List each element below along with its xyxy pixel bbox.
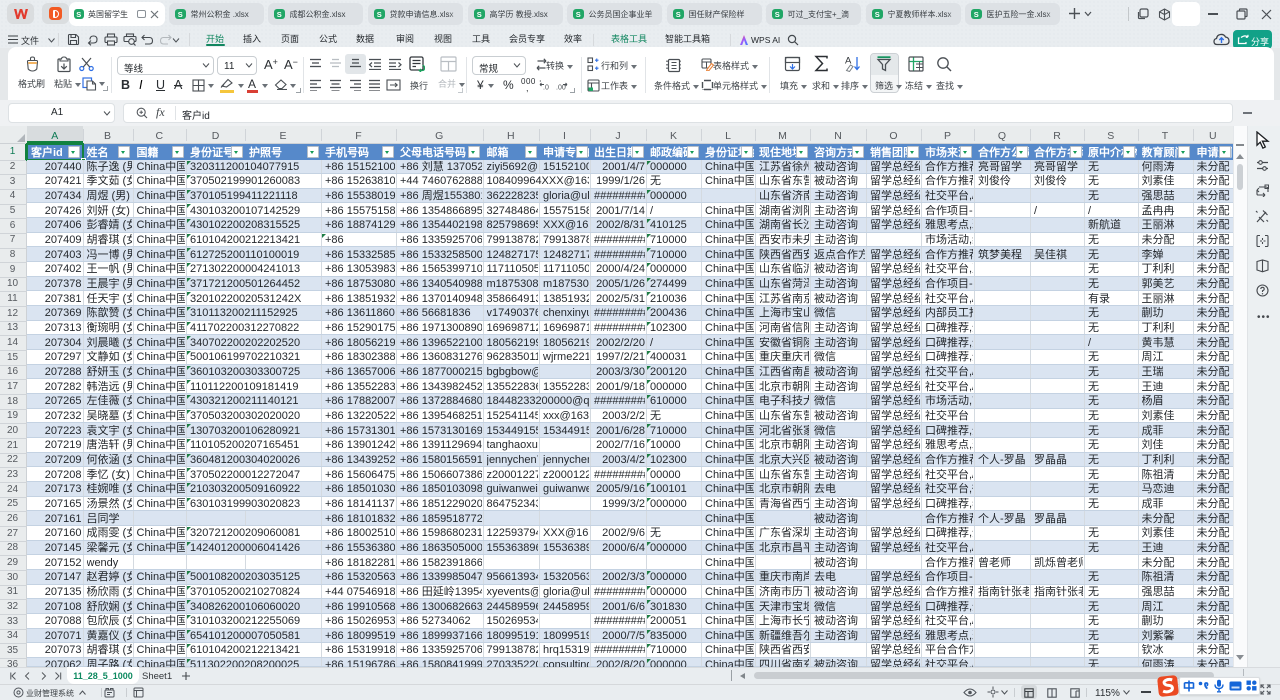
svg-text:.00: .00 <box>556 85 566 92</box>
svg-text:.0: .0 <box>543 85 549 92</box>
